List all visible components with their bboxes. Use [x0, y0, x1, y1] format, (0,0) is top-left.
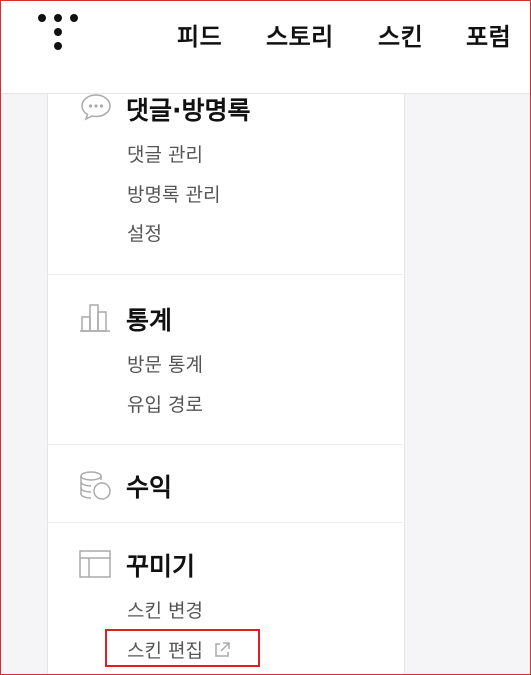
coins-icon [80, 471, 111, 500]
nav-skin[interactable]: 스킨 [378, 17, 423, 52]
tistory-logo-icon[interactable] [38, 14, 80, 54]
speech-bubble-icon [81, 94, 111, 121]
menu-referrer-path[interactable]: 유입 경로 [127, 390, 203, 417]
settings-sidebar [47, 93, 405, 675]
section-title-customize[interactable]: 꾸미기 [126, 547, 195, 583]
nav-story[interactable]: 스토리 [266, 17, 334, 52]
section-divider [47, 274, 403, 275]
section-title-revenue[interactable]: 수익 [126, 468, 172, 504]
bar-chart-icon [80, 304, 110, 332]
layout-icon [79, 550, 111, 578]
menu-change-skin[interactable]: 스킨 변경 [127, 596, 203, 623]
highlight-box [105, 629, 260, 667]
section-title-comments[interactable]: 댓글·방명록 [126, 91, 251, 127]
nav-feed[interactable]: 피드 [177, 17, 222, 52]
section-divider [47, 522, 403, 523]
menu-guestbook-management[interactable]: 방명록 관리 [127, 180, 220, 207]
section-divider [47, 444, 403, 445]
menu-comment-settings[interactable]: 설정 [127, 219, 162, 246]
section-title-statistics[interactable]: 통계 [126, 301, 172, 337]
top-navigation-bar: 피드 스토리 스킨 포럼 [0, 0, 531, 94]
nav-forum[interactable]: 포럼 [466, 17, 511, 52]
menu-visit-statistics[interactable]: 방문 통계 [127, 350, 203, 377]
menu-comment-management[interactable]: 댓글 관리 [127, 140, 203, 167]
